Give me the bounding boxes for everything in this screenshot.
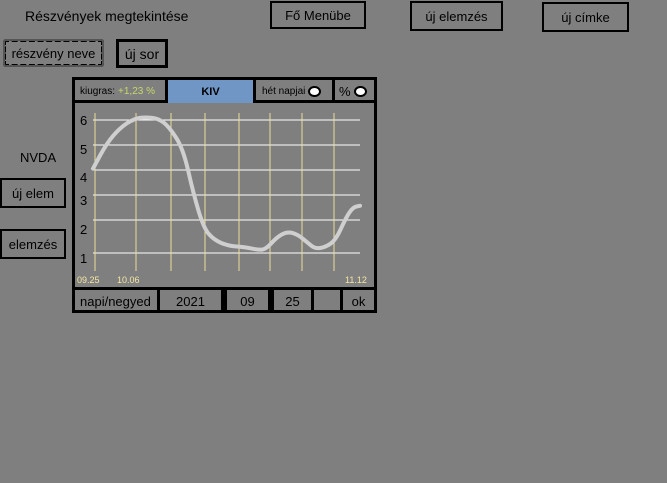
y-tick-label: 5 bbox=[80, 142, 87, 157]
y-tick-label: 3 bbox=[80, 193, 87, 208]
x-tick-label: 09.25 bbox=[77, 275, 100, 285]
month-field[interactable]: 09 bbox=[224, 290, 271, 313]
stock-name-button[interactable]: részvény neve bbox=[3, 39, 104, 67]
chart-series bbox=[91, 115, 362, 252]
x-tick-label: 10.06 bbox=[117, 275, 140, 285]
x-axis-ticks: 09.25 10.06 11.12 bbox=[77, 275, 367, 285]
y-axis-ticks: 6 5 4 3 2 1 bbox=[80, 113, 87, 266]
percent-label: % bbox=[339, 84, 351, 99]
stock-line-chart: 6 5 4 3 2 1 09.25 10.06 11.12 bbox=[77, 113, 367, 285]
kiv-button[interactable]: KIV bbox=[168, 80, 256, 103]
year-field[interactable]: 2021 bbox=[160, 290, 224, 313]
ok-button[interactable]: ok bbox=[340, 290, 377, 313]
new-label-button[interactable]: új címke bbox=[542, 2, 629, 32]
jump-indicator: kiugras: +1,23 % bbox=[75, 80, 168, 103]
percent-toggle[interactable]: % bbox=[335, 80, 374, 103]
new-analysis-button[interactable]: új elemzés bbox=[410, 1, 503, 31]
day-field[interactable]: 25 bbox=[271, 290, 314, 313]
jump-value: +1,23 % bbox=[118, 86, 155, 97]
percent-radio[interactable] bbox=[353, 86, 367, 97]
y-tick-label: 4 bbox=[80, 170, 87, 185]
jump-label: kiugras: bbox=[80, 86, 116, 97]
week-days-radio[interactable] bbox=[308, 86, 322, 97]
main-menu-button[interactable]: Fő Menübe bbox=[270, 1, 366, 29]
y-tick-label: 2 bbox=[80, 222, 87, 237]
period-select[interactable]: napi/negyed bbox=[75, 290, 160, 313]
analysis-button[interactable]: elemzés bbox=[0, 229, 66, 259]
y-tick-label: 1 bbox=[80, 251, 87, 266]
chart-panel: kiugras: +1,23 % KIV hét napjai % 6 5 4 3 2 1… bbox=[72, 77, 377, 313]
x-tick-label: 11.12 bbox=[345, 275, 367, 285]
chart-toolbar: kiugras: +1,23 % KIV hét napjai % bbox=[75, 80, 374, 103]
page-title: Részvények megtekintése bbox=[25, 8, 189, 24]
ticker-label: NVDA bbox=[20, 150, 57, 165]
new-item-button[interactable]: új elem bbox=[0, 178, 66, 208]
price-line bbox=[91, 115, 362, 252]
week-days-toggle[interactable]: hét napjai bbox=[256, 80, 335, 103]
new-row-button[interactable]: új sor bbox=[116, 39, 168, 68]
date-controls: napi/negyed 2021 09 25 ok bbox=[75, 287, 377, 313]
y-tick-label: 6 bbox=[80, 113, 87, 128]
week-days-label: hét napjai bbox=[262, 86, 306, 97]
